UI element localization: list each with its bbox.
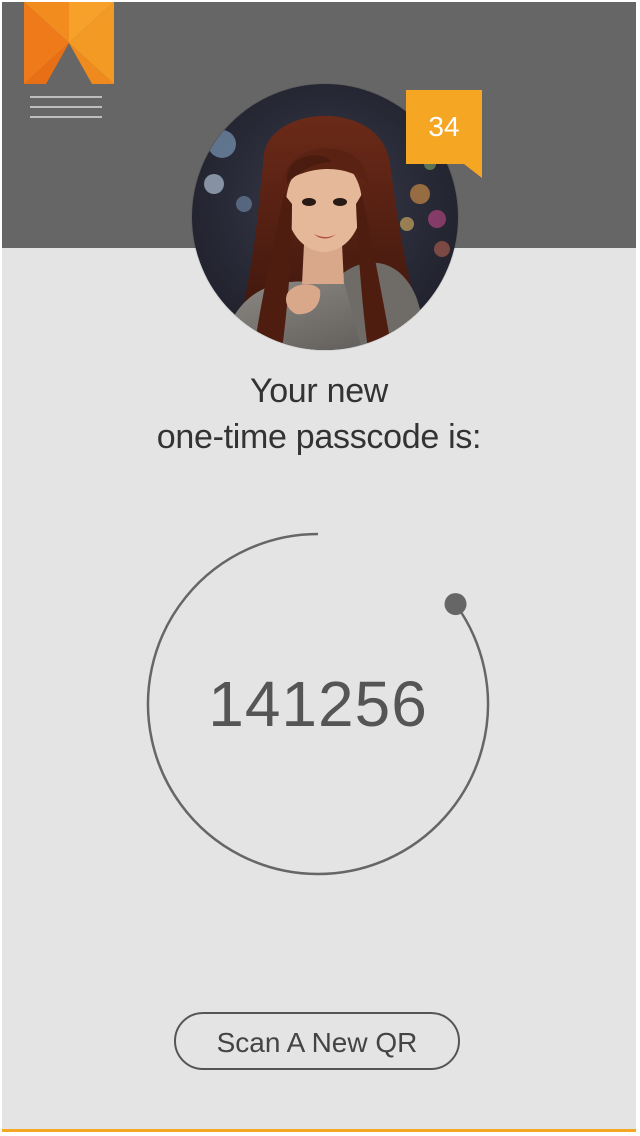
passcode-headline: Your new one-time passcode is: [2, 368, 636, 460]
notification-count: 34 [428, 111, 460, 142]
bottom-accent-line [2, 1129, 636, 1132]
notification-badge[interactable]: 34 [406, 90, 482, 178]
bookmark-logo-icon [24, 2, 114, 84]
headline-line-1: Your new [249, 372, 389, 410]
hamburger-menu-icon[interactable] [30, 92, 106, 128]
headline-line-2: one-time passcode is: [156, 418, 482, 456]
scan-new-qr-button[interactable]: Scan A New QR [174, 1012, 460, 1070]
one-time-passcode: 141256 [208, 668, 428, 740]
timer-knob [444, 593, 467, 616]
app-screen: 34 Your new one-time passcode is: 141256… [2, 2, 636, 1132]
